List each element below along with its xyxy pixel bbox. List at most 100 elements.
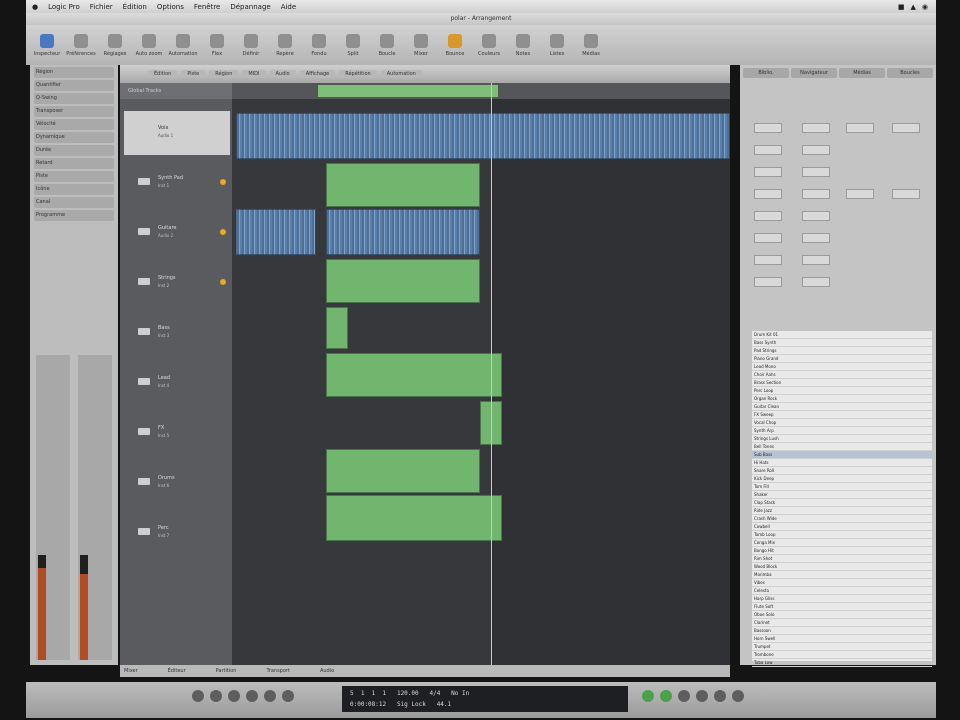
global-tracks-header[interactable]: Global Tracks [120, 83, 232, 99]
list-item[interactable]: Choir Aahs [752, 371, 932, 379]
list-item[interactable]: Bell Tones [752, 443, 932, 451]
menu-options[interactable]: Options [157, 3, 184, 11]
list-item[interactable]: Wood Block [752, 563, 932, 571]
volume-icon[interactable]: ▲ [911, 3, 916, 11]
arrange-tab[interactable]: Édition [148, 70, 178, 78]
inspector-row[interactable]: Retard [34, 158, 114, 169]
toolbar-button[interactable]: Médias [576, 33, 606, 57]
grid-cell[interactable] [754, 123, 782, 133]
grid-cell[interactable] [754, 189, 782, 199]
grid-cell[interactable] [754, 145, 782, 155]
grid-cell[interactable] [802, 277, 830, 287]
toolbar-button[interactable]: Bounce [440, 33, 470, 57]
list-item[interactable]: Clap Stack [752, 499, 932, 507]
status-icon[interactable]: ■ [898, 3, 905, 11]
bottom-button[interactable]: Éditeur [168, 668, 186, 674]
arrange-tab[interactable]: MIDI [242, 70, 266, 78]
inspector-row[interactable]: Programme [34, 210, 114, 221]
list-item[interactable]: Tuba Low [752, 659, 932, 667]
arrange-tab[interactable]: Répétition [339, 70, 377, 78]
list-item[interactable]: Tom Fill [752, 483, 932, 491]
list-item[interactable]: Flute Soft [752, 603, 932, 611]
track-header[interactable]: Perc Inst 7 [124, 511, 230, 555]
arrange-tab[interactable]: Piste [181, 70, 206, 78]
list-item[interactable]: Trombone [752, 651, 932, 659]
list-item[interactable]: Hi Hats [752, 459, 932, 467]
forward-icon[interactable] [210, 690, 222, 702]
list-item[interactable]: Rim Shot [752, 555, 932, 563]
list-item[interactable]: Synth Arp [752, 427, 932, 435]
inspector-row[interactable]: Piste [34, 171, 114, 182]
list-item[interactable]: Vocal Chop [752, 419, 932, 427]
inspector-row[interactable]: Canal [34, 197, 114, 208]
list-item[interactable]: Perc Loop [752, 387, 932, 395]
list-item[interactable]: Bongo Hit [752, 547, 932, 555]
track-header[interactable]: FX Inst 5 [124, 411, 230, 455]
volume-fader-left[interactable] [38, 555, 46, 660]
toolbar-button[interactable]: Préférences [66, 33, 96, 57]
pause-icon[interactable] [264, 690, 276, 702]
list-item[interactable]: Shaker [752, 491, 932, 499]
list-item[interactable]: Bass Synth [752, 339, 932, 347]
menu-app[interactable]: Logic Pro [48, 3, 80, 11]
grid-cell[interactable] [892, 123, 920, 133]
library-tab[interactable]: Boucles [887, 68, 933, 78]
audio-region[interactable] [236, 209, 316, 255]
record-enable-icon[interactable] [220, 279, 226, 285]
grid-cell[interactable] [802, 233, 830, 243]
track-header[interactable]: Strings Inst 2 [124, 261, 230, 305]
menu-file[interactable]: Fichier [90, 3, 113, 11]
list-item[interactable]: Snare Roll [752, 467, 932, 475]
list-item[interactable]: Oboe Solo [752, 611, 932, 619]
arrange-tab[interactable]: Affichage [299, 70, 336, 78]
grid-cell[interactable] [754, 167, 782, 177]
grid-cell[interactable] [802, 145, 830, 155]
list-item[interactable]: Celesta [752, 587, 932, 595]
inspector-row[interactable]: Durée [34, 145, 114, 156]
inspector-row[interactable]: Quantifier [34, 80, 114, 91]
record-enable-icon[interactable] [220, 179, 226, 185]
toolbar-button[interactable]: Split [338, 33, 368, 57]
bar-ruler[interactable] [232, 83, 730, 99]
grid-cell[interactable] [802, 255, 830, 265]
list-item[interactable]: Conga Mix [752, 539, 932, 547]
toolbar-button[interactable]: Mixer [406, 33, 436, 57]
audio-region[interactable] [326, 209, 480, 255]
stop-icon[interactable] [228, 690, 240, 702]
toolbar-button[interactable]: Auto zoom [134, 33, 164, 57]
inspector-row[interactable]: Dynamique [34, 132, 114, 143]
list-item[interactable]: Piano Grand [752, 355, 932, 363]
list-item[interactable]: Strings Lush [752, 435, 932, 443]
midi-region[interactable] [326, 495, 502, 541]
menu-help[interactable]: Aide [281, 3, 296, 11]
library-tab[interactable]: Navigateur [791, 68, 837, 78]
grid-cell[interactable] [892, 189, 920, 199]
replace-icon[interactable] [696, 690, 708, 702]
cycle-range[interactable] [318, 85, 498, 97]
list-item[interactable]: Organ Rock [752, 395, 932, 403]
rewind-icon[interactable] [192, 690, 204, 702]
list-item[interactable]: Lead Mono [752, 363, 932, 371]
grid-cell[interactable] [754, 255, 782, 265]
track-header[interactable]: Bass Inst 3 [124, 311, 230, 355]
midi-region[interactable] [326, 163, 480, 207]
list-item[interactable]: Kick Deep [752, 475, 932, 483]
list-item[interactable]: Sub Bass [752, 451, 932, 459]
count-in-icon[interactable] [732, 690, 744, 702]
inspector-row[interactable]: Région [34, 67, 114, 78]
list-item[interactable]: Brass Section [752, 379, 932, 387]
list-item[interactable]: Clarinet [752, 619, 932, 627]
arrange-tab[interactable]: Région [209, 70, 239, 78]
track-header[interactable]: Synth Pad Inst 1 [124, 161, 230, 205]
list-item[interactable]: Cowbell [752, 523, 932, 531]
track-header[interactable]: Guitare Audio 2 [124, 211, 230, 255]
metronome-button[interactable] [660, 690, 672, 702]
grid-cell[interactable] [802, 189, 830, 199]
midi-region[interactable] [326, 307, 348, 349]
grid-cell[interactable] [846, 189, 874, 199]
toolbar-button[interactable]: Repère [270, 33, 300, 57]
list-item[interactable]: Guitar Clean [752, 403, 932, 411]
cycle-button[interactable] [642, 690, 654, 702]
list-item[interactable]: Vibes [752, 579, 932, 587]
track-header[interactable]: Drums Inst 6 [124, 461, 230, 505]
